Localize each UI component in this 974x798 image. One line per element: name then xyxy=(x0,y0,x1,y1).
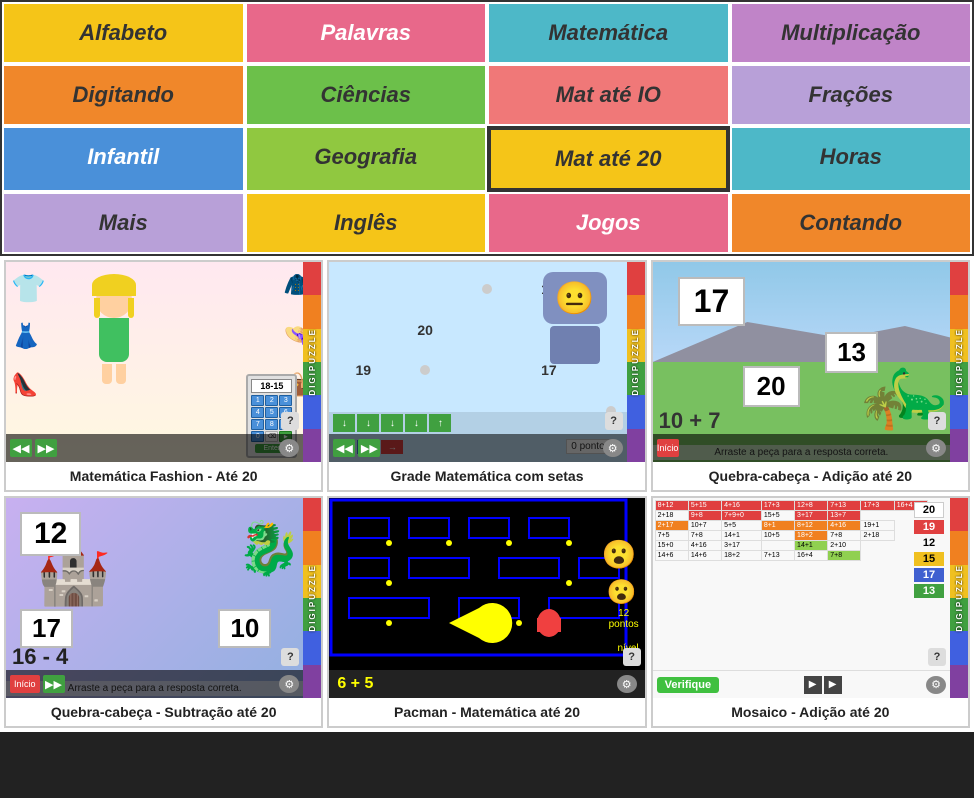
nav-btn-ingls[interactable]: Inglês xyxy=(245,192,488,254)
start-btn-sub[interactable]: Início xyxy=(10,675,40,693)
arr2[interactable]: ↓ xyxy=(357,414,379,432)
nav-btn-horas[interactable]: Horas xyxy=(730,126,973,192)
game-card-mosaico[interactable]: 8+12 5+15 4+16 17+3 12+8 7+13 17+3 16+4 … xyxy=(651,496,970,728)
nav-btn-multiplicao[interactable]: Multiplicação xyxy=(730,2,973,64)
arr4[interactable]: ↓ xyxy=(405,414,427,432)
arr1[interactable]: ↓ xyxy=(333,414,355,432)
right-arrow-mosaico[interactable]: ▶ xyxy=(804,676,822,694)
nav-btn-jogos[interactable]: Jogos xyxy=(487,192,730,254)
gear-icon-mosaico[interactable]: ⚙ xyxy=(926,676,946,694)
nav-btn-infantil[interactable]: Infantil xyxy=(2,126,245,192)
help-btn-mosaico[interactable]: ? xyxy=(928,648,946,666)
games-section: 👕 👗 👠 xyxy=(0,256,974,732)
game-card-fashion[interactable]: 👕 👗 👠 xyxy=(4,260,323,492)
game-thumb-mosaico: 8+12 5+15 4+16 17+3 12+8 7+13 17+3 16+4 … xyxy=(653,498,968,698)
game-title-grade: Grade Matemática com setas xyxy=(329,462,644,490)
arr5[interactable]: ↑ xyxy=(429,414,451,432)
help-btn-puzzle[interactable]: ? xyxy=(928,412,946,430)
nav-btn-geografia[interactable]: Geografia xyxy=(245,126,488,192)
nav-btn-cincias[interactable]: Ciências xyxy=(245,64,488,126)
prev-arrow-grade[interactable]: ◀◀ xyxy=(333,439,355,457)
game-title-mosaico: Mosaico - Adição até 20 xyxy=(653,698,968,726)
nav-grid: AlfabetoPalavrasMatemáticaMultiplicação D… xyxy=(0,0,974,256)
gear-icon-fashion[interactable]: ⚙ xyxy=(279,439,299,457)
game-thumb-fashion: 👕 👗 👠 xyxy=(6,262,321,462)
nav-btn-fraes[interactable]: Frações xyxy=(730,64,973,126)
game-thumb-sub: 🏰 🐉 12 17 10 16 - 4 Arraste a peça para … xyxy=(6,498,321,698)
nav-btn-alfabeto[interactable]: Alfabeto xyxy=(2,2,245,64)
prev-arrow[interactable]: ◀◀ xyxy=(10,439,32,457)
game-thumb-puzzle: 🌴 🦕 17 13 20 Arraste a peça para a respo… xyxy=(653,262,968,462)
game-card-grade[interactable]: 16 20 19 17 xyxy=(327,260,646,492)
game-card-pacman[interactable]: 😮 😮 12pontos nível1 6 + 5 ⚙ ? Pacman - M… xyxy=(327,496,646,728)
game-thumb-grade: 16 20 19 17 xyxy=(329,262,644,462)
help-btn-grade[interactable]: ? xyxy=(605,412,623,430)
gear-icon-pacman[interactable]: ⚙ xyxy=(617,675,637,693)
nav-btn-contando[interactable]: Contando xyxy=(730,192,973,254)
nav-btn-matemtica[interactable]: Matemática xyxy=(487,2,730,64)
gear-icon-sub[interactable]: ⚙ xyxy=(279,675,299,693)
next-btn-sub[interactable]: ▶▶ xyxy=(43,675,65,693)
help-btn-fashion[interactable]: ? xyxy=(281,412,299,430)
verify-btn[interactable]: Verifique xyxy=(657,677,719,693)
games-grid: 👕 👗 👠 xyxy=(4,260,970,728)
help-btn-sub[interactable]: ? xyxy=(281,648,299,666)
game-thumb-pacman: 😮 😮 12pontos nível1 6 + 5 ⚙ ? xyxy=(329,498,644,698)
nav-btn-palavras[interactable]: Palavras xyxy=(245,2,488,64)
game-card-sub[interactable]: 🏰 🐉 12 17 10 16 - 4 Arraste a peça para … xyxy=(4,496,323,728)
next-arrow[interactable]: ▶▶ xyxy=(35,439,57,457)
game-title-sub: Quebra-cabeça - Subtração até 20 xyxy=(6,698,321,726)
help-btn-pacman[interactable]: ? xyxy=(623,648,641,666)
game-title-pacman: Pacman - Matemática até 20 xyxy=(329,698,644,726)
game-title-fashion: Matemática Fashion - Até 20 xyxy=(6,462,321,490)
start-btn-puzzle[interactable]: Início xyxy=(657,439,679,457)
gear-icon-grade[interactable]: ⚙ xyxy=(603,439,623,457)
game-card-puzzle-adicao[interactable]: 🌴 🦕 17 13 20 Arraste a peça para a respo… xyxy=(651,260,970,492)
nav-btn-mat-at-io[interactable]: Mat até IO xyxy=(487,64,730,126)
arr3[interactable]: ↓ xyxy=(381,414,403,432)
game-title-puzzle-adicao: Quebra-cabeça - Adição até 20 xyxy=(653,462,968,490)
next-arrow-grade[interactable]: ▶▶ xyxy=(358,439,380,457)
gear-icon-puzzle[interactable]: ⚙ xyxy=(926,439,946,457)
right-arrow2-mosaico[interactable]: ▶ xyxy=(824,676,842,694)
nav-btn-mat-at-20[interactable]: Mat até 20 xyxy=(487,126,730,192)
nav-btn-mais[interactable]: Mais xyxy=(2,192,245,254)
nav-btn-digitando[interactable]: Digitando xyxy=(2,64,245,126)
